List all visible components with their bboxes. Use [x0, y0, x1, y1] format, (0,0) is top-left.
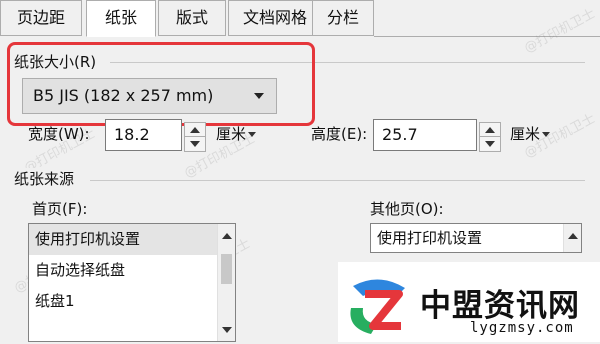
tab-margins[interactable]: 页边距 [0, 0, 82, 36]
width-decrease-button[interactable] [185, 137, 205, 151]
scrollbar-thumb[interactable] [221, 254, 232, 284]
first-page-listbox[interactable]: 使用打印机设置 自动选择纸盘 纸盘1 [28, 223, 236, 342]
listbox-scrollbar[interactable] [217, 224, 235, 341]
logo-icon [343, 268, 415, 340]
height-unit-dropdown[interactable]: 厘米 [510, 123, 551, 144]
tab-paper[interactable]: 纸张 [86, 0, 156, 37]
logo-name: 中盟资讯网 [420, 288, 580, 324]
arrow-down-icon[interactable] [221, 327, 232, 333]
arrow-up-icon[interactable] [567, 233, 578, 239]
listbox-scrollbar[interactable] [563, 224, 581, 252]
height-input[interactable]: 25.7 [373, 119, 477, 151]
height-unit-label: 厘米 [510, 125, 541, 143]
height-increase-button[interactable] [480, 123, 500, 137]
chevron-down-icon [248, 132, 257, 137]
width-unit-label: 厘米 [216, 125, 247, 143]
width-increase-button[interactable] [185, 123, 205, 137]
tab-strip-divider [374, 36, 600, 37]
list-item[interactable]: 自动选择纸盘 [29, 255, 235, 286]
width-input[interactable]: 18.2 [105, 119, 182, 151]
arrow-up-icon[interactable] [221, 233, 232, 239]
arrow-down-icon [190, 141, 200, 147]
arrow-up-icon [485, 126, 495, 133]
list-item[interactable]: 使用打印机设置 [371, 224, 581, 252]
width-spinner[interactable] [184, 122, 206, 152]
watermark: @打印机卫士 [521, 6, 598, 57]
first-page-label: 首页(F): [32, 200, 88, 218]
chevron-down-icon [542, 132, 551, 137]
width-label: 宽度(W): [28, 125, 90, 143]
width-unit-dropdown[interactable]: 厘米 [216, 123, 257, 144]
tab-layout[interactable]: 版式 [158, 0, 226, 36]
tab-document-grid[interactable]: 文档网格 [228, 0, 322, 36]
arrow-down-icon [485, 141, 495, 147]
list-item[interactable]: 使用打印机设置 [29, 224, 235, 255]
height-decrease-button[interactable] [480, 137, 500, 151]
arrow-up-icon [190, 126, 200, 133]
tab-columns[interactable]: 分栏 [312, 0, 374, 36]
logo-url: lygzmsy.com [470, 320, 574, 336]
other-pages-label: 其他页(O): [370, 200, 444, 218]
height-spinner[interactable] [479, 122, 501, 152]
height-label: 高度(E): [311, 125, 368, 143]
paper-source-label: 纸张来源 [14, 168, 81, 189]
list-item[interactable]: 纸盘1 [29, 286, 235, 317]
paper-source-group-line [90, 180, 585, 181]
other-pages-listbox[interactable]: 使用打印机设置 [370, 223, 582, 253]
highlight-box [7, 42, 315, 126]
